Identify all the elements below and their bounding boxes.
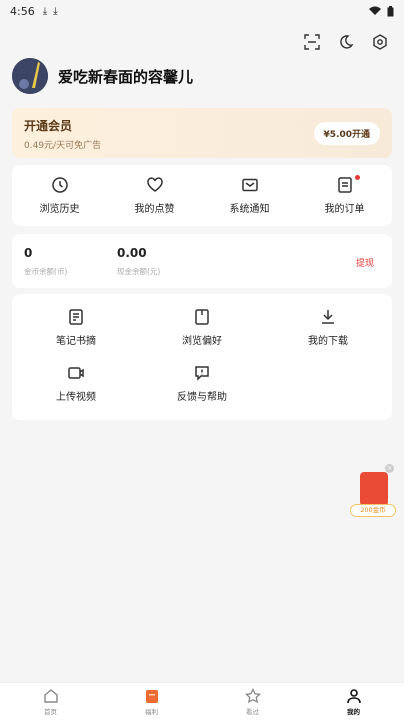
quick-actions: 浏览历史 我的点赞 系统通知 我的订单 xyxy=(12,165,392,226)
bottom-tab-bar: 首页 福利 看过 我的 xyxy=(0,682,404,720)
tool-upload-video[interactable]: 上传视频 xyxy=(16,364,136,403)
tool-downloads[interactable]: 我的下载 xyxy=(268,308,388,347)
download-icon: ⤓ xyxy=(42,5,48,17)
tab-watched[interactable]: 看过 xyxy=(202,683,303,720)
quick-orders[interactable]: 我的订单 xyxy=(297,165,392,226)
wifi-icon xyxy=(369,6,381,15)
clock-icon xyxy=(51,177,68,193)
tools-grid: 笔记书摘 浏览偏好 我的下载 上传视频 反馈与帮助 xyxy=(12,294,392,420)
notification-dot xyxy=(355,175,360,180)
star-icon xyxy=(244,687,261,703)
tool-label: 反馈与帮助 xyxy=(177,392,227,403)
vip-open-button[interactable]: ¥5.00开通 xyxy=(313,122,380,145)
feedback-icon xyxy=(195,366,209,381)
wallet-card: 0 金币余额(币) 0.00 现金余额(元) 提现 xyxy=(12,234,392,288)
battery-icon xyxy=(387,5,394,16)
vip-banner[interactable]: 开通会员 0.49元/天可免广告 ¥5.00开通 xyxy=(12,108,392,158)
user-icon xyxy=(346,688,361,703)
tab-welfare[interactable]: 福利 xyxy=(101,683,202,720)
heart-icon xyxy=(146,177,163,192)
profile-header[interactable]: 爱吃新春面的容馨儿 xyxy=(12,58,193,94)
gift-icon xyxy=(145,689,158,703)
order-icon xyxy=(337,177,352,193)
settings-icon[interactable] xyxy=(370,32,390,52)
home-icon xyxy=(43,688,58,703)
tool-notes[interactable]: 笔记书摘 xyxy=(16,308,136,347)
quick-likes[interactable]: 我的点赞 xyxy=(107,165,202,226)
quick-history[interactable]: 浏览历史 xyxy=(12,165,107,226)
coin-balance-label: 金币余额(币) xyxy=(24,267,68,276)
close-icon[interactable]: × xyxy=(385,464,394,473)
notes-icon xyxy=(69,309,83,325)
tab-label: 看过 xyxy=(246,707,259,716)
top-actions xyxy=(302,32,390,52)
quick-label: 我的点赞 xyxy=(134,204,175,215)
tab-home[interactable]: 首页 xyxy=(0,683,101,720)
red-packet-float[interactable]: × 200金币 xyxy=(350,464,396,518)
status-bar: 4:56 ⤓ ⤓ xyxy=(0,0,404,22)
tab-label: 首页 xyxy=(44,707,57,716)
quick-label: 系统通知 xyxy=(229,204,270,215)
tab-label: 我的 xyxy=(347,707,360,716)
tool-label: 笔记书摘 xyxy=(56,336,96,347)
quick-label: 浏览历史 xyxy=(39,204,80,215)
cash-balance-label: 现金余额(元) xyxy=(117,267,161,276)
status-time: 4:56 xyxy=(10,4,35,18)
tool-preferences[interactable]: 浏览偏好 xyxy=(142,308,262,347)
tool-label: 上传视频 xyxy=(56,392,96,403)
username: 爱吃新春面的容馨儿 xyxy=(58,67,194,86)
cash-balance: 0.00 xyxy=(117,246,147,260)
tool-label: 浏览偏好 xyxy=(182,336,222,347)
coin-balance: 0 xyxy=(24,246,33,260)
mail-icon xyxy=(241,178,258,192)
night-mode-icon[interactable] xyxy=(336,32,356,52)
book-icon xyxy=(195,309,209,325)
video-icon xyxy=(68,367,84,379)
withdraw-link[interactable]: 提现 xyxy=(356,256,374,269)
tool-label: 我的下载 xyxy=(308,336,348,347)
quick-notifications[interactable]: 系统通知 xyxy=(202,165,297,226)
red-packet-icon xyxy=(360,472,388,506)
download-icon xyxy=(322,310,334,324)
quick-label: 我的订单 xyxy=(324,204,365,215)
tool-feedback[interactable]: 反馈与帮助 xyxy=(142,364,262,403)
tab-mine[interactable]: 我的 xyxy=(303,683,404,720)
download-icon: ⤓ xyxy=(53,5,58,17)
tab-label: 福利 xyxy=(145,707,158,716)
scan-icon[interactable] xyxy=(302,32,322,52)
avatar[interactable] xyxy=(12,58,48,94)
red-packet-tag: 200金币 xyxy=(350,504,396,517)
